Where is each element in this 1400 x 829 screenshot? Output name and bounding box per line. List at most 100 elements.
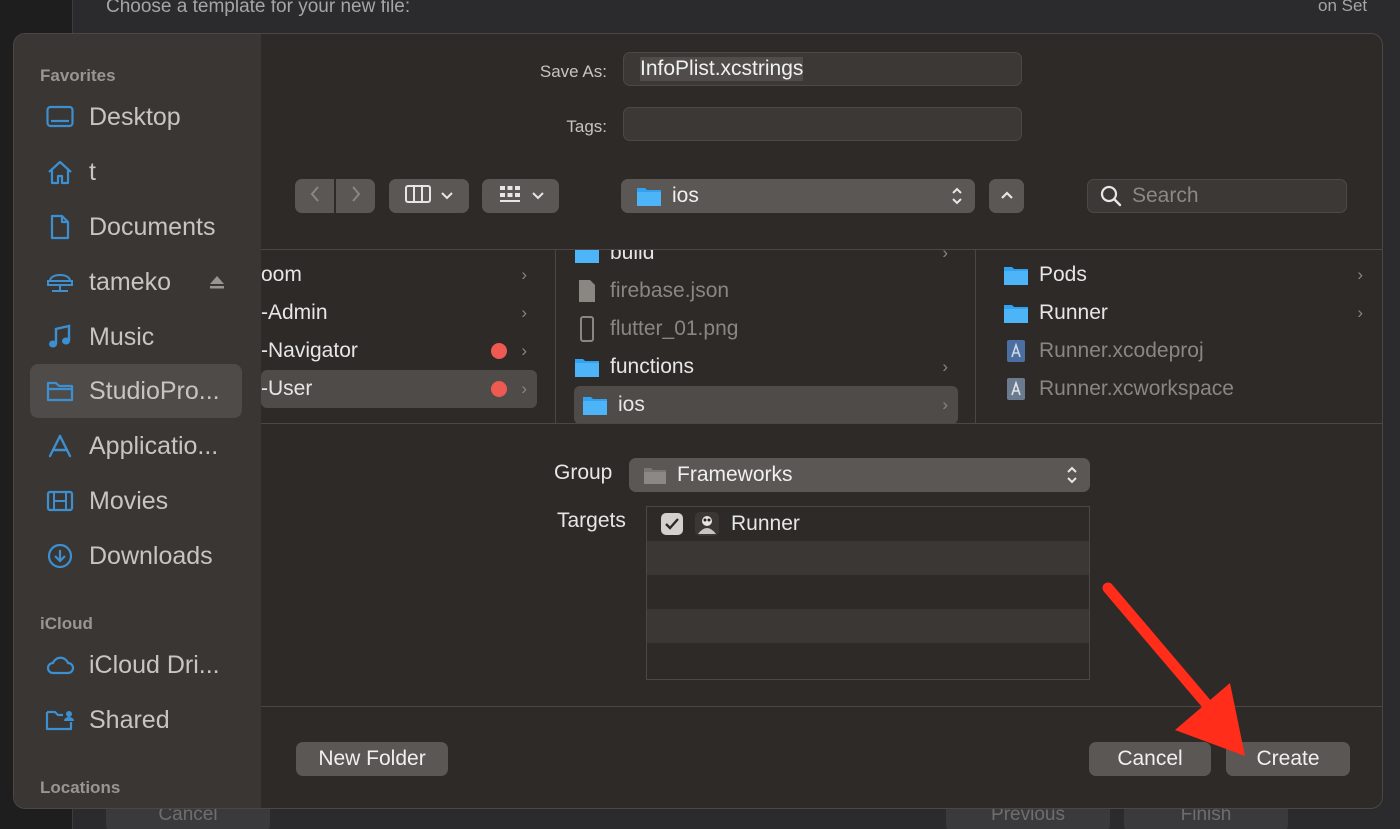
chevron-right-icon: ›: [1357, 303, 1363, 322]
list-item[interactable]: build ›: [574, 250, 958, 272]
folder-icon: [1003, 301, 1029, 325]
sidebar-item-label: t: [89, 157, 96, 186]
list-item-label: Runner.xcworkspace: [1039, 377, 1234, 400]
cloud-icon: [43, 648, 77, 682]
list-item[interactable]: -Admin ›: [261, 294, 537, 332]
expand-collapse-button[interactable]: [989, 179, 1024, 213]
column-divider: [975, 250, 976, 423]
list-item-label: flutter_01.png: [610, 317, 739, 340]
list-item[interactable]: firebase.json: [574, 272, 958, 310]
save-as-label: Save As:: [539, 62, 607, 81]
list-item-label: build: [610, 250, 655, 264]
list-item-label: firebase.json: [610, 279, 730, 302]
sidebar-item-home[interactable]: t: [30, 145, 242, 199]
footer-divider: [261, 706, 1382, 707]
save-dialog: Favorites Desktop t Documents tameko Mus…: [13, 33, 1383, 809]
group-popup-value: Frameworks: [677, 463, 793, 486]
search-icon: [1100, 185, 1122, 207]
list-item[interactable]: Pods ›: [1003, 256, 1373, 294]
applications-icon: [43, 429, 77, 463]
home-icon: [43, 155, 77, 189]
save-as-field[interactable]: InfoPlist.xcstrings: [623, 52, 1022, 86]
chevron-right-icon: ›: [942, 250, 948, 262]
targets-table: Runner: [646, 506, 1090, 680]
chevron-right-icon: ›: [942, 395, 948, 414]
sidebar-section-locations: Locations: [40, 778, 121, 797]
tags-label: Tags:: [566, 117, 607, 136]
list-item[interactable]: oom ›: [261, 256, 537, 294]
create-button[interactable]: Create: [1226, 742, 1350, 776]
list-item[interactable]: Runner ›: [1003, 294, 1373, 332]
sidebar-item-applications[interactable]: Applicatio...: [30, 419, 242, 473]
targets-label: Targets: [557, 509, 626, 532]
sidebar-item-downloads[interactable]: Downloads: [30, 529, 242, 583]
sidebar: Favorites Desktop t Documents tameko Mus…: [14, 34, 261, 808]
chevron-down-icon: [441, 187, 453, 205]
sidebar-item-shared[interactable]: Shared: [30, 693, 242, 747]
browser-column-2: build › firebase.json flutter_01.png fun…: [561, 250, 971, 423]
sidebar-section-icloud: iCloud: [40, 614, 93, 633]
tags-field[interactable]: [623, 107, 1022, 141]
background-window-title: Choose a template for your new file:: [106, 0, 411, 17]
list-item-label: Pods: [1039, 263, 1087, 286]
sidebar-section-favorites: Favorites: [40, 66, 116, 85]
sidebar-item-studiopro[interactable]: StudioPro...: [30, 364, 242, 418]
sidebar-item-label: iCloud Dri...: [89, 650, 220, 679]
target-checkbox[interactable]: [661, 513, 683, 535]
search-field[interactable]: Search: [1087, 179, 1347, 213]
list-item[interactable]: -Navigator ›: [261, 332, 537, 370]
sidebar-item-icloud-drive[interactable]: iCloud Dri...: [30, 638, 242, 692]
xcodeproj-icon: [1003, 339, 1029, 363]
chevron-right-icon: ›: [942, 357, 948, 376]
sidebar-item-label: Desktop: [89, 102, 181, 131]
red-tag-icon: [491, 343, 507, 359]
column-browser: oom › -Admin › -Navigator › -User › buil…: [261, 249, 1382, 424]
path-popup[interactable]: ios: [621, 179, 975, 213]
chevron-right-icon: ›: [521, 379, 527, 398]
folder-icon: [636, 185, 662, 207]
file-icon: [574, 279, 600, 303]
list-item[interactable]: flutter_01.png: [574, 310, 958, 348]
list-item[interactable]: Runner.xcodeproj: [1003, 332, 1373, 370]
back-button[interactable]: [295, 179, 334, 213]
list-item[interactable]: ios ›: [574, 386, 958, 423]
sidebar-item-music[interactable]: Music: [30, 310, 242, 364]
shared-folder-icon: [43, 703, 77, 737]
target-row[interactable]: Runner: [647, 507, 1089, 541]
background-right-text: on Set: [1318, 0, 1368, 15]
new-folder-button[interactable]: New Folder: [296, 742, 448, 776]
list-item[interactable]: Runner.xcworkspace: [1003, 370, 1373, 408]
chevron-left-icon: [309, 185, 321, 208]
chevron-right-icon: ›: [521, 341, 527, 360]
target-label: Runner: [731, 512, 800, 535]
document-icon: [43, 210, 77, 244]
folder-icon: [43, 374, 77, 408]
sidebar-item-movies[interactable]: Movies: [30, 474, 242, 528]
app-icon: [695, 512, 719, 536]
sidebar-item-desktop[interactable]: Desktop: [30, 90, 242, 144]
sidebar-item-label: StudioPro...: [89, 376, 220, 405]
eject-icon[interactable]: [208, 268, 226, 297]
chevron-up-icon: [1000, 187, 1014, 205]
cancel-button[interactable]: Cancel: [1089, 742, 1211, 776]
folder-icon: [582, 393, 608, 417]
list-item[interactable]: -User ›: [261, 370, 537, 408]
browser-column-3: Pods › Runner › Runner.xcodeproj Runner.…: [981, 250, 1381, 423]
sidebar-item-documents[interactable]: Documents: [30, 200, 242, 254]
group-label: Group: [554, 461, 613, 484]
updown-chevron-icon: [1066, 465, 1078, 485]
forward-button[interactable]: [336, 179, 375, 213]
downloads-icon: [43, 539, 77, 573]
view-mode-button[interactable]: [389, 179, 469, 213]
folder-icon: [643, 465, 667, 485]
list-item[interactable]: functions ›: [574, 348, 958, 386]
search-placeholder: Search: [1132, 184, 1199, 207]
target-row-empty: [647, 609, 1089, 643]
folder-icon: [1003, 263, 1029, 287]
sidebar-item-tameko[interactable]: tameko: [30, 255, 242, 309]
group-by-button[interactable]: [482, 179, 559, 213]
chevron-right-icon: ›: [1357, 265, 1363, 284]
list-item-label: -User: [261, 377, 313, 400]
group-popup[interactable]: Frameworks: [629, 458, 1090, 492]
sidebar-item-label: tameko: [89, 267, 171, 296]
